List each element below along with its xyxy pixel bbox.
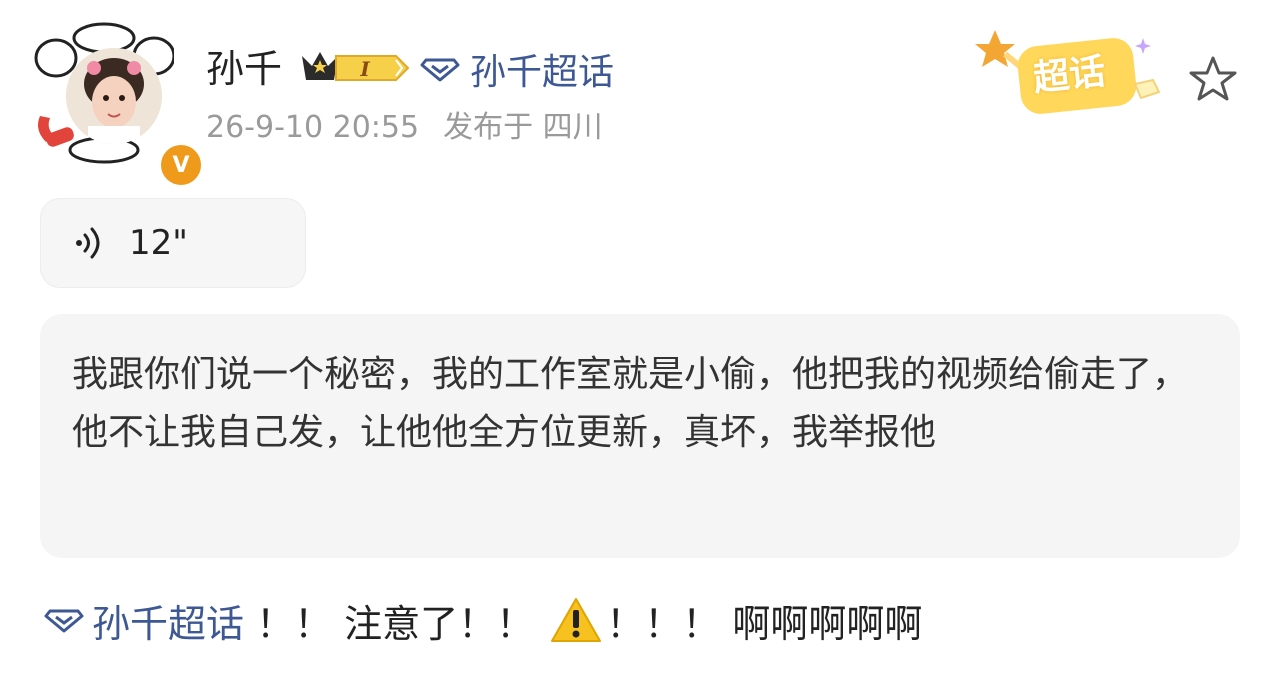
chaohua-badge-label: 超话 (1031, 51, 1108, 100)
footer-topic-label: 孙千超话 (92, 601, 245, 646)
diamond-topic-icon (420, 58, 460, 82)
footer-topic-link[interactable]: 孙千超话 (44, 593, 244, 648)
avatar[interactable] (66, 48, 162, 144)
voice-duration: 12" (129, 223, 188, 263)
voice-message[interactable]: 12" (40, 198, 306, 288)
post-timestamp: 26-9-10 20:55 (206, 110, 420, 145)
supertopic-link[interactable]: 孙千超话 (420, 44, 614, 94)
warning-icon (551, 598, 602, 642)
star-icon[interactable] (1186, 52, 1240, 106)
verified-icon: V (158, 142, 204, 188)
footer-text-2: ！！！ 啊啊啊啊啊 (606, 601, 923, 646)
post-location: 发布于 四川 (443, 110, 603, 145)
chaohua-badge[interactable]: 超话 (975, 24, 1175, 114)
quote-text: 我跟你们说一个秘密，我的工作室就是小偷，他把我的视频给偷走了，他不让我自己发，让… (72, 354, 1189, 453)
avatar-frame[interactable]: V (34, 18, 204, 188)
diamond-topic-icon (44, 609, 84, 633)
voice-icon (76, 227, 100, 259)
avatar-photo (66, 48, 162, 144)
crown-badge-icon[interactable]: I (298, 46, 412, 90)
quote-block: 我跟你们说一个秘密，我的工作室就是小偷，他把我的视频给偷走了，他不让我自己发，让… (40, 314, 1240, 558)
post-meta: 26-9-10 20:55 发布于 四川 (206, 108, 603, 148)
badge-level: I (359, 57, 370, 81)
supertopic-link-label: 孙千超话 (470, 52, 615, 93)
post-footer: 孙千超话 ！！ 注意了！！ ！！！ 啊啊啊啊啊 (44, 588, 922, 652)
username[interactable]: 孙千 (206, 44, 282, 94)
footer-text-1: ！！ 注意了！！ (244, 601, 547, 646)
